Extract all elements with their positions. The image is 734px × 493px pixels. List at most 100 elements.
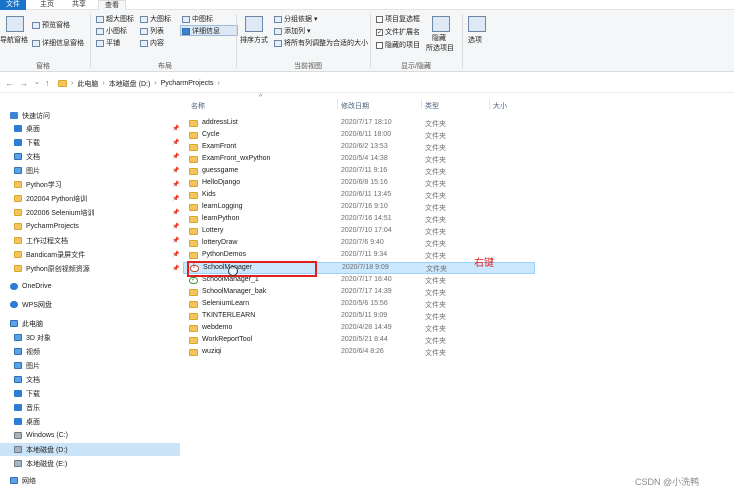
pin-icon[interactable]: 📌	[172, 181, 179, 188]
breadcrumb[interactable]: › 此电脑 › 本地磁盘 (D:) › PycharmProjects ›	[58, 76, 734, 91]
list-item[interactable]: Lottery 2020/7/10 17:04 文件夹	[183, 226, 535, 238]
sidebar-item-network[interactable]: 网络	[10, 474, 190, 487]
sidebar-item-pictures-pc[interactable]: 图片	[14, 359, 194, 372]
pin-icon[interactable]: 📌	[172, 153, 179, 160]
file-date: 2020/5/6 15:56	[341, 300, 388, 307]
pin-icon[interactable]: 📌	[172, 251, 179, 258]
layout-content[interactable]: 内容	[140, 39, 164, 48]
list-item[interactable]: WorkReportTool 2020/5/21 8:44 文件夹	[183, 335, 535, 347]
sidebar-item-documents-pc[interactable]: 文档	[14, 373, 194, 386]
back-arrow-icon[interactable]: ←	[5, 78, 14, 88]
list-item[interactable]: Cycle 2020/6/11 18:00 文件夹	[183, 130, 535, 142]
pin-icon[interactable]: 📌	[172, 265, 179, 272]
forward-arrow-icon[interactable]: →	[19, 78, 28, 88]
crumb-drive-d[interactable]: 本地磁盘 (D:)	[109, 79, 151, 89]
sidebar-item-music[interactable]: 音乐	[14, 401, 194, 414]
sidebar-item-drive-c[interactable]: Windows (C:)	[14, 429, 194, 442]
sidebar-item-quick-access[interactable]: 快速访问	[10, 109, 190, 122]
sidebar-item-bandicam[interactable]: Bandicam录屏文件 📌	[14, 248, 194, 261]
pin-icon[interactable]: 📌	[172, 125, 179, 132]
sidebar-item-drive-d[interactable]: 本地磁盘 (D:)	[0, 443, 180, 456]
list-item[interactable]: HelloDjango 2020/6/8 15:16 文件夹	[183, 178, 535, 190]
sidebar-item-label: 工作过程文档	[26, 237, 68, 245]
up-arrow-icon[interactable]: ↑	[45, 78, 50, 88]
sort-by-button[interactable]: 排序方式	[240, 36, 268, 45]
sidebar-item-wps-cloud[interactable]: WPS网盘	[10, 298, 190, 311]
sidebar-item-videos[interactable]: 视频	[14, 345, 194, 358]
list-item[interactable]: guessgame 2020/7/11 9:16 文件夹	[183, 166, 535, 178]
list-item[interactable]: ExamFront 2020/6/2 13:53 文件夹	[183, 142, 535, 154]
item-checkboxes-toggle[interactable]: 项目复选框	[376, 15, 420, 24]
tab-share[interactable]: 共享	[66, 0, 92, 10]
list-item[interactable]: lotteryDraw 2020/7/6 9:40 文件夹	[183, 238, 535, 250]
layout-small-icons[interactable]: 小图标	[96, 27, 127, 36]
sidebar-item-python-videos[interactable]: Python原创视频资源 📌	[14, 262, 194, 275]
sidebar-item-python-study[interactable]: Python学习 📌	[14, 178, 194, 191]
column-divider[interactable]	[421, 99, 422, 109]
layout-details[interactable]: 详细信息	[182, 27, 220, 36]
list-item[interactable]: learnPython 2020/7/16 14:51 文件夹	[183, 214, 535, 226]
column-divider[interactable]	[337, 99, 338, 109]
sidebar-item-3d-objects[interactable]: 3D 对象	[14, 331, 194, 344]
sidebar-item-202004-python[interactable]: 202004 Python培训 📌	[14, 192, 194, 205]
pin-icon[interactable]: 📌	[172, 167, 179, 174]
list-item[interactable]: wuziqi 2020/6/4 8:26 文件夹	[183, 347, 535, 359]
layout-medium-icons[interactable]: 中图标	[182, 15, 213, 24]
sidebar-item-desktop-pc[interactable]: 桌面	[14, 415, 194, 428]
hide-selected-button[interactable]: 隐藏	[432, 34, 446, 43]
folder-icon	[189, 132, 198, 139]
list-item[interactable]: SchoolManager_bak 2020/7/17 14:39 文件夹	[183, 287, 535, 299]
sidebar-item-this-pc[interactable]: 此电脑	[10, 317, 190, 330]
crumb-this-pc[interactable]: 此电脑	[77, 79, 98, 89]
sidebar-item-documents[interactable]: 文档 📌	[14, 150, 194, 163]
list-item[interactable]: SeleniumLearn 2020/5/6 15:56 文件夹	[183, 299, 535, 311]
sidebar-item-downloads[interactable]: 下载 📌	[14, 136, 194, 149]
tab-view[interactable]: 查看	[98, 0, 126, 10]
options-button[interactable]: 选项	[468, 36, 482, 45]
list-item[interactable]: learnLogging 2020/7/16 9:10 文件夹	[183, 202, 535, 214]
sidebar-item-onedrive[interactable]: OneDrive	[10, 280, 190, 293]
file-extensions-toggle[interactable]: ✓ 文件扩展名	[376, 28, 420, 37]
sidebar-item-desktop[interactable]: 桌面 📌	[14, 122, 194, 135]
sidebar-item-work-docs[interactable]: 工作过程文档 📌	[14, 234, 194, 247]
layout-large-icons[interactable]: 大图标	[140, 15, 171, 24]
pin-icon[interactable]: 📌	[172, 223, 179, 230]
file-name: webdemo	[202, 324, 233, 331]
folder-icon	[189, 337, 198, 344]
file-date: 2020/7/11 9:16	[341, 167, 388, 174]
column-header-name[interactable]: 名称	[191, 101, 205, 111]
list-item[interactable]: webdemo 2020/4/28 14:49 文件夹	[183, 323, 535, 335]
pin-icon[interactable]: 📌	[172, 139, 179, 146]
list-item[interactable]: ExamFront_wxPython 2020/5/4 14:38 文件夹	[183, 154, 535, 166]
layout-list[interactable]: 列表	[140, 27, 164, 36]
add-columns-button[interactable]: 添加列 ▾	[274, 27, 311, 36]
group-by-button[interactable]: 分组依据 ▾	[274, 15, 318, 24]
list-item[interactable]: addressList 2020/7/17 18:10 文件夹	[183, 118, 535, 130]
list-item[interactable]: TKINTERLEARN 2020/5/11 9:09 文件夹	[183, 311, 535, 323]
column-header-date[interactable]: 修改日期	[341, 101, 369, 111]
sidebar-item-downloads-pc[interactable]: 下载	[14, 387, 194, 400]
panes-group-label: 窗格	[36, 63, 50, 70]
crumb-pycharmprojects[interactable]: PycharmProjects	[161, 80, 214, 87]
sidebar-item-drive-e[interactable]: 本地磁盘 (E:)	[14, 457, 194, 470]
navigation-pane-button[interactable]: 导航窗格	[0, 36, 28, 45]
size-all-columns-button[interactable]: 将所有列调整为合适的大小	[274, 39, 368, 48]
pin-icon[interactable]: 📌	[172, 209, 179, 216]
tab-home[interactable]: 主页	[34, 0, 60, 10]
column-divider[interactable]	[489, 99, 490, 109]
tab-file[interactable]: 文件	[0, 0, 26, 10]
hidden-items-toggle[interactable]: 隐藏的项目	[376, 41, 420, 50]
pin-icon[interactable]: 📌	[172, 195, 179, 202]
sidebar-item-pycharmprojects[interactable]: PycharmProjects 📌	[14, 220, 194, 233]
layout-xl-icons[interactable]: 超大图标	[96, 15, 134, 24]
recent-chevron-icon[interactable]: ⌄	[34, 78, 40, 86]
column-header-size[interactable]: 大小	[493, 101, 507, 111]
details-pane-button[interactable]: 详细信息窗格	[32, 39, 84, 48]
preview-pane-button[interactable]: 预览窗格	[32, 21, 70, 30]
column-header-type[interactable]: 类型	[425, 101, 439, 111]
sidebar-item-202006-selenium[interactable]: 202006 Selenium培训 📌	[14, 206, 194, 219]
layout-tiles[interactable]: 平铺	[96, 39, 120, 48]
sidebar-item-pictures[interactable]: 图片 📌	[14, 164, 194, 177]
pin-icon[interactable]: 📌	[172, 237, 179, 244]
list-item[interactable]: Kids 2020/6/11 13:45 文件夹	[183, 190, 535, 202]
